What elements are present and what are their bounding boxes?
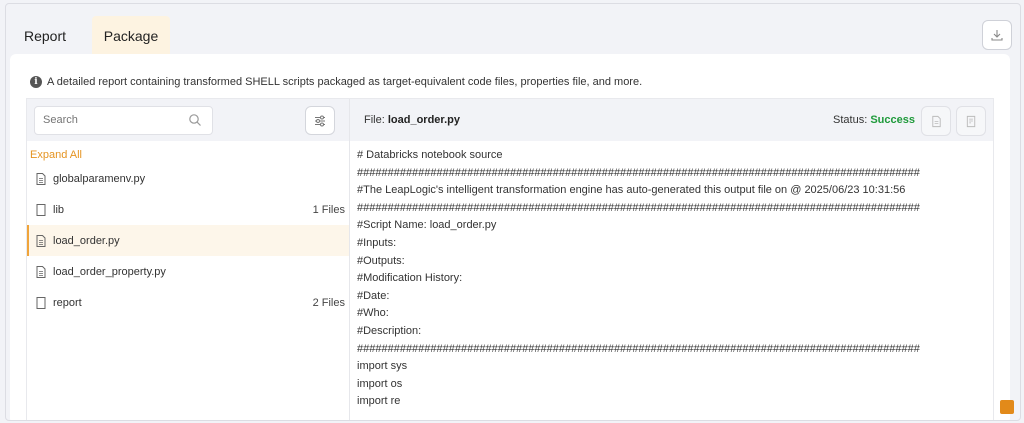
code-line: import sys	[357, 360, 408, 373]
code-line: #Outputs:	[357, 254, 405, 267]
code-line: #Who:	[357, 307, 389, 320]
tree-item-load-order[interactable]: load_order.py	[27, 225, 349, 256]
tab-package[interactable]: Package	[92, 16, 170, 58]
code-line: #Modification History:	[357, 272, 463, 285]
code-line: #The LeapLogic's intelligent transformat…	[357, 184, 906, 197]
tree-item-load-order-property[interactable]: load_order_property.py	[27, 256, 349, 287]
search-icon[interactable]	[188, 113, 202, 127]
code-line: #Date:	[357, 289, 390, 302]
code-line: # Databricks notebook source	[357, 149, 503, 161]
file-icon	[34, 265, 48, 279]
code-line: ########################################…	[357, 166, 920, 179]
file-name: load_order.py	[387, 114, 460, 126]
status-badge: Success	[870, 114, 915, 126]
tab-report[interactable]: Report	[24, 16, 66, 56]
tree-item-label: globalparamenv.py	[53, 172, 146, 185]
tree-item-count: 2 Files	[312, 296, 345, 309]
tree-item-globalparamenv[interactable]: globalparamenv.py	[27, 163, 349, 194]
status-display: Status: Success	[833, 114, 915, 126]
file-tree-pane: Expand All globalparamenv.py lib	[27, 99, 350, 420]
expand-all-link[interactable]: Expand All	[30, 149, 82, 161]
file-icon	[34, 234, 48, 248]
code-line: import os	[357, 377, 403, 390]
tree-item-lib[interactable]: lib 1 Files	[27, 194, 349, 225]
folder-icon	[34, 296, 48, 310]
info-text: A detailed report containing transformed…	[47, 76, 643, 88]
tree-item-label: report	[53, 296, 82, 309]
code-line: ########################################…	[357, 201, 920, 214]
code-line: #Inputs:	[357, 236, 397, 249]
edit-document-icon	[966, 115, 975, 127]
folder-icon	[34, 203, 48, 217]
download-icon	[991, 30, 1003, 41]
info-icon: i	[30, 76, 42, 88]
download-button[interactable]	[982, 20, 1012, 50]
package-card: i A detailed report containing transform…	[10, 54, 1010, 420]
code-line: import re	[357, 395, 401, 408]
filter-button[interactable]	[305, 106, 335, 135]
tree-item-label: lib	[53, 203, 65, 216]
status-label: Status:	[833, 114, 868, 126]
tree-item-count: 1 Files	[312, 203, 345, 216]
app-frame: Report Package i A detailed report conta…	[5, 3, 1021, 421]
code-line: #Description:	[357, 324, 422, 337]
file-tree-header	[27, 99, 349, 141]
file-tree: globalparamenv.py lib 1 Files load_order…	[27, 163, 349, 318]
tree-item-label: load_order_property.py	[53, 265, 166, 278]
info-banner: i A detailed report containing transform…	[30, 76, 642, 88]
feedback-corner-button[interactable]	[1000, 400, 1014, 414]
package-panel: Expand All globalparamenv.py lib	[26, 98, 994, 420]
sliders-icon	[315, 115, 325, 126]
code-line: ########################################…	[357, 342, 920, 355]
file-viewer-header: File: load_order.py Status: Success	[350, 99, 993, 141]
file-name-display: File: load_order.py	[364, 114, 460, 126]
search-input[interactable]	[35, 107, 183, 132]
code-line: #Script Name: load_order.py	[357, 219, 497, 232]
edit-file-button[interactable]	[956, 106, 986, 136]
file-icon	[34, 172, 48, 186]
document-icon	[931, 115, 941, 127]
tree-item-label: load_order.py	[53, 234, 120, 247]
code-viewer[interactable]: # Databricks notebook source ############…	[357, 147, 993, 420]
search-box	[34, 106, 213, 135]
view-file-button[interactable]	[921, 106, 951, 136]
file-label: File:	[364, 114, 385, 126]
tree-item-report[interactable]: report 2 Files	[27, 287, 349, 318]
